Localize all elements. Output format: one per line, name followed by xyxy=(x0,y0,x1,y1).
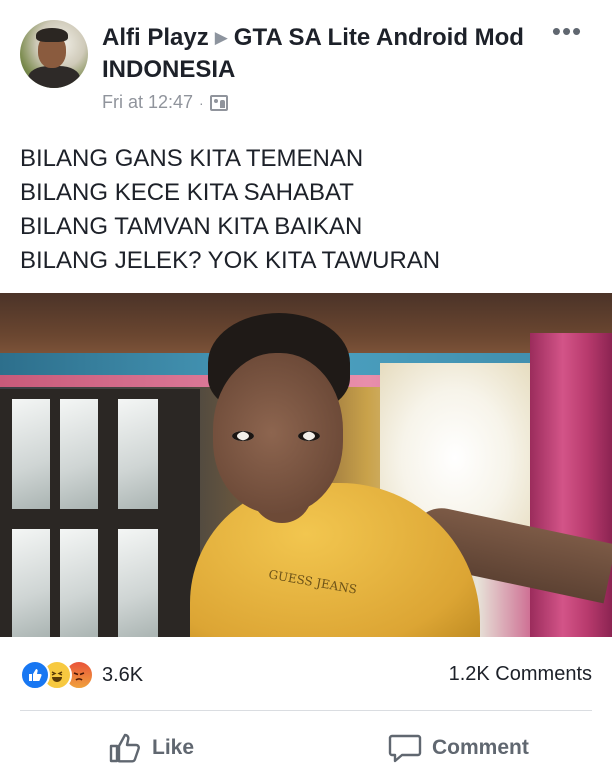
photo-cabinet-glass xyxy=(118,399,158,509)
comment-button[interactable]: Comment xyxy=(388,730,529,765)
like-button[interactable]: Like xyxy=(108,730,194,765)
reaction-count: 3.6K xyxy=(102,663,144,686)
group-privacy-icon xyxy=(209,94,228,111)
meta-separator: · xyxy=(199,94,204,111)
comment-label: Comment xyxy=(432,735,529,759)
photo-cabinet-glass xyxy=(12,399,50,509)
author-avatar[interactable] xyxy=(20,20,88,88)
photo-cabinet-glass xyxy=(12,529,50,637)
more-options-icon[interactable]: ••• xyxy=(550,18,584,48)
like-label: Like xyxy=(152,735,195,759)
avatar-hair xyxy=(36,28,68,42)
post-meta: Fri at 12:47 · xyxy=(102,92,228,113)
post-text-line: BILANG KECE KITA SAHABAT xyxy=(20,179,354,206)
post-text: BILANG GANS KITA TEMENAN BILANG KECE KIT… xyxy=(20,142,600,278)
photo-cabinet-glass xyxy=(118,529,158,637)
author-line: Alfi Playz ▶ GTA SA Lite Android Mod INDON… xyxy=(102,22,532,86)
comment-count[interactable]: 1.2K Comments xyxy=(449,663,592,686)
reactions-summary[interactable]: 3.6K xyxy=(20,660,143,690)
photo-cabinet-glass xyxy=(60,529,98,637)
photo-eye xyxy=(298,431,320,441)
post-text-line: BILANG JELEK? YOK KITA TAWURAN xyxy=(20,247,441,274)
photo-cabinet xyxy=(0,389,200,637)
post-photo[interactable]: GUESS JEANS xyxy=(0,293,612,637)
post-timestamp[interactable]: Fri at 12:47 xyxy=(102,92,193,113)
photo-eye xyxy=(232,431,254,441)
avatar-shirt xyxy=(28,66,80,88)
photo-cabinet-glass xyxy=(60,399,98,509)
author-name[interactable]: Alfi Playz xyxy=(102,24,209,51)
arrow-right-icon: ▶ xyxy=(214,28,228,47)
post-header: Alfi Playz ▶ GTA SA Lite Android Mod INDON… xyxy=(0,0,612,125)
thumbs-up-icon xyxy=(108,732,142,764)
comment-icon xyxy=(388,733,422,763)
actions-divider xyxy=(20,710,592,711)
like-reaction-icon xyxy=(20,660,50,690)
post-text-line: BILANG TAMVAN KITA BAIKAN xyxy=(20,213,363,240)
post-text-line: BILANG GANS KITA TEMENAN xyxy=(20,145,364,172)
